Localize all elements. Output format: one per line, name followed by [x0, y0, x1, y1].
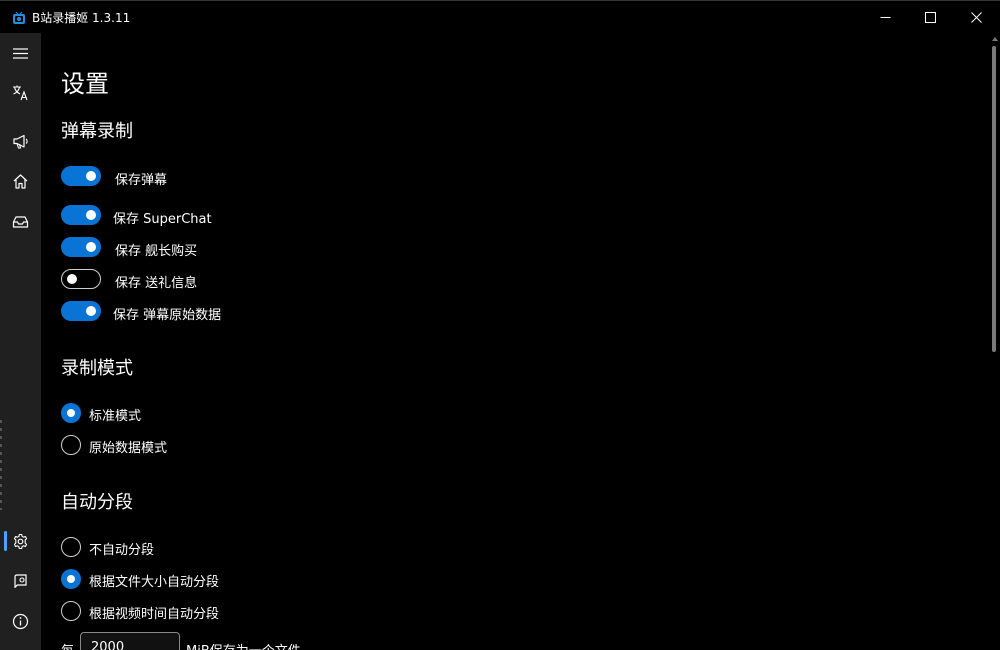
toggle-knob — [86, 306, 96, 316]
toggle-knob — [67, 274, 77, 284]
split-size-prefix: 每 — [61, 640, 74, 650]
toggle-label-save-danmaku: 保存弹幕 — [115, 173, 168, 188]
nav-settings-button[interactable] — [0, 521, 41, 561]
toggle-label-save-superchat: 保存 SuperChat — [113, 212, 212, 227]
toggle-label-save-guard-purchase: 保存 舰长购买 — [115, 244, 198, 259]
page-title: 设置 — [61, 70, 109, 98]
app-logo-icon — [12, 10, 26, 24]
title-bar: B站录播姬 1.3.11 — [0, 0, 1000, 33]
nav-announcement-button[interactable] — [0, 121, 41, 161]
radio-label-raw-data-mode: 原始数据模式 — [89, 441, 168, 456]
toggle-save-raw-danmaku[interactable] — [61, 301, 101, 321]
toggle-label-save-gift-info: 保存 送礼信息 — [115, 276, 198, 291]
nav-tasks-button[interactable] — [0, 201, 41, 241]
close-icon — [970, 12, 982, 23]
toggle-save-superchat[interactable] — [61, 205, 101, 225]
radio-standard-mode[interactable] — [61, 403, 81, 423]
vertical-scrollbar[interactable] — [992, 46, 996, 352]
toggle-knob — [86, 210, 96, 220]
radio-label-standard-mode: 标准模式 — [89, 409, 142, 424]
section-title-auto-split: 自动分段 — [61, 492, 133, 513]
window-edge-decoration — [0, 420, 2, 510]
home-icon — [13, 173, 28, 189]
toggle-save-gift-info[interactable] — [61, 269, 101, 289]
maximize-button[interactable] — [907, 1, 953, 34]
settings-content — [41, 33, 1000, 650]
nav-about-button[interactable] — [0, 601, 41, 641]
toggle-label-save-raw-danmaku: 保存 弹幕原始数据 — [113, 308, 222, 323]
split-size-suffix: MiB保存为一个文件 — [186, 640, 301, 650]
nav-menu-button[interactable] — [0, 33, 41, 73]
window-title: B站录播姬 1.3.11 — [32, 11, 131, 25]
radio-label-split-by-time: 根据视频时间自动分段 — [89, 607, 220, 622]
megaphone-icon — [13, 134, 28, 149]
radio-split-by-time[interactable] — [61, 601, 81, 621]
minimize-icon — [880, 17, 890, 18]
toggle-knob — [86, 171, 96, 181]
radio-label-no-split: 不自动分段 — [89, 543, 155, 558]
radio-no-split[interactable] — [61, 537, 81, 557]
info-icon — [12, 613, 29, 629]
inbox-icon — [12, 215, 29, 228]
toggle-knob — [86, 242, 96, 252]
navigation-pane — [0, 33, 41, 650]
translate-icon — [13, 85, 28, 100]
minimize-button[interactable] — [862, 1, 908, 34]
hamburger-menu-icon — [13, 47, 28, 59]
radio-label-split-by-size: 根据文件大小自动分段 — [89, 575, 220, 590]
scroll-up-arrow[interactable] — [992, 37, 998, 41]
radio-raw-data-mode[interactable] — [61, 435, 81, 455]
toggle-save-guard-purchase[interactable] — [61, 237, 101, 257]
radio-split-by-size[interactable] — [61, 569, 81, 589]
gear-icon — [13, 533, 28, 549]
section-title-danmaku: 弹幕录制 — [61, 121, 133, 142]
nav-home-button[interactable] — [0, 161, 41, 201]
nav-language-button[interactable] — [0, 72, 41, 112]
toggle-save-danmaku[interactable] — [61, 166, 101, 186]
log-icon — [14, 573, 27, 588]
split-size-input[interactable] — [80, 632, 180, 650]
section-title-record-mode: 录制模式 — [61, 358, 133, 379]
nav-log-button[interactable] — [0, 561, 41, 601]
maximize-icon — [924, 12, 936, 23]
close-button[interactable] — [953, 1, 999, 34]
